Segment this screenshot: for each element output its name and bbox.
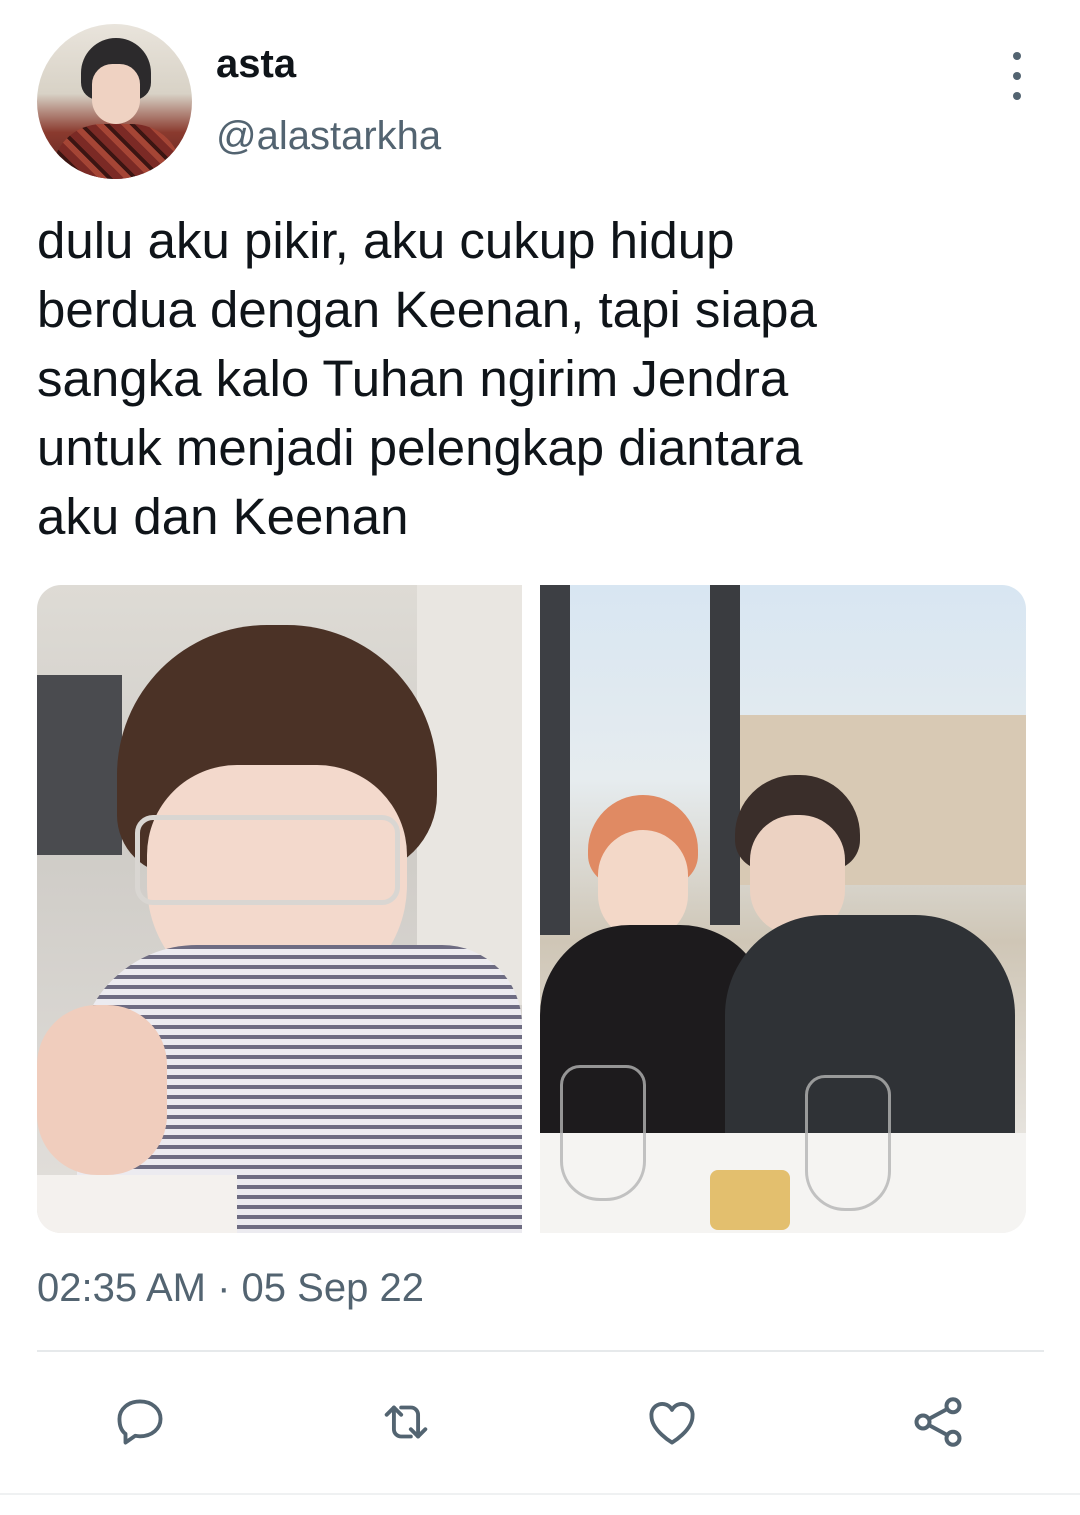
retweet-button[interactable] bbox=[376, 1392, 436, 1452]
photo-wine-glass bbox=[805, 1075, 891, 1211]
like-button[interactable] bbox=[642, 1392, 702, 1452]
photo-window-frame bbox=[710, 585, 740, 925]
share-icon bbox=[914, 1397, 962, 1447]
more-dot bbox=[1013, 72, 1021, 80]
avatar[interactable] bbox=[37, 24, 192, 179]
photo-child-with-glasses[interactable] bbox=[37, 585, 522, 1233]
tweet-timestamp[interactable]: 02:35 AM · 05 Sep 22 bbox=[37, 1264, 424, 1312]
photo-table bbox=[37, 1175, 237, 1233]
tweet-text: dulu aku pikir, aku cukup hidup berdua d… bbox=[37, 212, 817, 545]
avatar-shirt bbox=[52, 124, 182, 179]
photo-two-men-at-table[interactable] bbox=[540, 585, 1026, 1233]
more-dot bbox=[1013, 52, 1021, 60]
photo-bg-cabinet bbox=[37, 675, 122, 855]
divider bbox=[37, 1350, 1044, 1352]
display-name[interactable]: asta bbox=[216, 40, 296, 88]
more-options-icon[interactable] bbox=[1000, 52, 1034, 100]
reply-icon bbox=[117, 1399, 163, 1445]
photo-child-hand bbox=[37, 1005, 167, 1175]
heart-icon bbox=[649, 1401, 695, 1445]
reply-button[interactable] bbox=[110, 1392, 170, 1452]
photo-man-left-face bbox=[598, 830, 688, 940]
photo-window-frame bbox=[540, 585, 570, 935]
more-dot bbox=[1013, 92, 1021, 100]
retweet-icon bbox=[384, 1405, 428, 1439]
photo-wine-glass bbox=[560, 1065, 646, 1201]
user-handle[interactable]: @alastarkha bbox=[216, 112, 441, 160]
avatar-face bbox=[92, 64, 140, 124]
photo-child-glasses bbox=[135, 815, 400, 905]
photo-candle-holder bbox=[710, 1170, 790, 1230]
bottom-divider bbox=[0, 1493, 1080, 1495]
share-button[interactable] bbox=[908, 1392, 968, 1452]
